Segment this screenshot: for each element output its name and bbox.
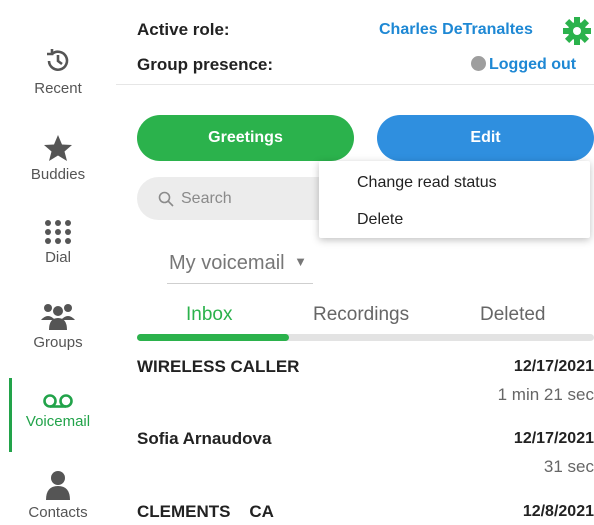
folder-select-underline xyxy=(167,283,313,284)
sidebar: Recent Buddies Dial Groups Voicemail Con… xyxy=(0,0,116,525)
caret-down-icon: ▼ xyxy=(294,254,308,269)
voicemail-date: 12/17/2021 xyxy=(513,430,594,447)
voicemail-date: 12/8/2021 xyxy=(522,503,594,520)
presence-status-value[interactable]: Logged out xyxy=(489,56,576,74)
menu-item-change-read-status[interactable]: Change read status xyxy=(357,174,497,192)
tab-active-indicator xyxy=(137,334,289,341)
gear-icon[interactable] xyxy=(563,17,591,45)
sidebar-item-recent[interactable]: Recent xyxy=(0,46,116,97)
contact-icon xyxy=(46,471,70,500)
active-role-label: Active role: xyxy=(137,20,230,39)
sidebar-item-label: Voicemail xyxy=(25,413,91,430)
voicemail-duration: 31 sec xyxy=(543,457,594,476)
history-icon xyxy=(47,49,69,71)
search-input[interactable] xyxy=(179,188,333,209)
voicemail-date: 12/17/2021 xyxy=(513,358,594,375)
tab-inbox[interactable]: Inbox xyxy=(186,304,232,326)
tab-deleted[interactable]: Deleted xyxy=(480,304,546,326)
sidebar-item-label: Groups xyxy=(33,334,83,351)
folder-select[interactable]: My voicemail ▼ xyxy=(169,252,307,275)
sidebar-item-label: Recent xyxy=(34,80,82,97)
folder-select-value: My voicemail xyxy=(169,252,285,274)
voicemail-duration: 1 min 21 sec xyxy=(497,385,594,404)
sidebar-item-buddies[interactable]: Buddies xyxy=(0,134,116,183)
edit-dropdown-menu: Change read status Delete xyxy=(319,161,590,238)
search-icon xyxy=(158,191,174,207)
sidebar-item-dial[interactable]: Dial xyxy=(0,219,116,266)
sidebar-item-groups[interactable]: Groups xyxy=(0,302,116,351)
presence-status-dot xyxy=(471,56,486,71)
sidebar-item-label: Dial xyxy=(45,249,71,266)
sidebar-item-voicemail[interactable]: Voicemail xyxy=(0,393,116,430)
caller-name: Sofia Arnaudova xyxy=(137,429,272,448)
menu-item-delete[interactable]: Delete xyxy=(357,211,403,229)
greetings-button[interactable]: Greetings xyxy=(137,115,354,161)
caller-name: WIRELESS CALLER xyxy=(137,357,300,376)
group-presence-label: Group presence: xyxy=(137,55,274,74)
star-icon xyxy=(44,135,72,161)
header-divider xyxy=(116,84,594,85)
active-role-value[interactable]: Charles DeTranaltes xyxy=(379,21,533,39)
groups-icon xyxy=(41,304,75,330)
dialpad-icon xyxy=(45,220,71,244)
sidebar-item-label: Contacts xyxy=(28,504,88,521)
caller-name: CLEMENTS CA xyxy=(137,502,274,521)
tab-recordings[interactable]: Recordings xyxy=(313,304,409,326)
sidebar-item-label: Buddies xyxy=(30,166,86,183)
sidebar-item-contacts[interactable]: Contacts xyxy=(0,470,116,521)
voicemail-icon xyxy=(43,394,73,408)
edit-button[interactable]: Edit xyxy=(377,115,594,161)
